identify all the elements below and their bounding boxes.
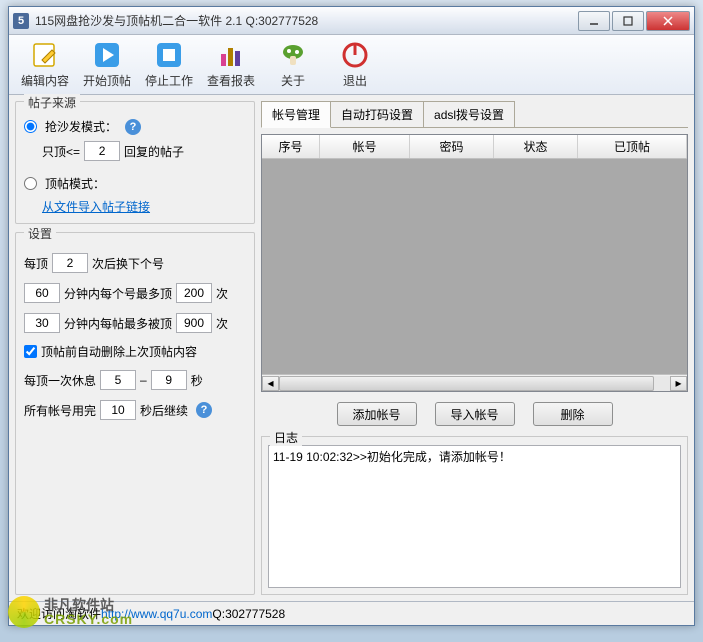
exit-button[interactable]: 退出 — [327, 39, 383, 90]
minutes-per-post-input[interactable] — [24, 313, 60, 333]
maximize-button[interactable] — [612, 11, 644, 31]
table-body[interactable] — [262, 159, 687, 374]
add-account-button[interactable]: 添加帐号 — [337, 402, 417, 426]
stop-button[interactable]: 停止工作 — [141, 39, 197, 90]
sofa-mode-radio[interactable] — [24, 120, 37, 133]
bump-mode-radio[interactable] — [24, 177, 37, 190]
report-button[interactable]: 查看报表 — [203, 39, 259, 90]
reply-limit-input[interactable] — [84, 141, 120, 161]
minimize-button[interactable] — [578, 11, 610, 31]
scroll-right-icon[interactable]: ▸ — [670, 376, 687, 391]
titlebar: 5 115网盘抢沙发与顶帖机二合一软件 2.1 Q:302777528 — [9, 7, 694, 35]
power-icon — [339, 40, 371, 70]
account-table: 序号 帐号 密码 状态 已顶帖 ◂ ▸ — [261, 134, 688, 392]
log-group: 日志 11-19 10:02:32>>初始化完成，请添加帐号！ — [261, 436, 688, 595]
bump-mode-label: 顶帖模式： — [45, 175, 105, 192]
max-per-account-input[interactable] — [176, 283, 212, 303]
app-icon: 5 — [13, 13, 29, 29]
switch-count-input[interactable] — [52, 253, 88, 273]
help-icon[interactable]: ? — [125, 119, 141, 135]
delete-account-button[interactable]: 删除 — [533, 402, 613, 426]
source-group-title: 帖子来源 — [24, 94, 80, 111]
stop-icon — [153, 40, 185, 70]
col-index[interactable]: 序号 — [262, 135, 320, 158]
mushroom-icon — [277, 40, 309, 70]
col-status[interactable]: 状态 — [494, 135, 578, 158]
tab-accounts[interactable]: 帐号管理 — [261, 101, 331, 128]
tab-bar: 帐号管理 自动打码设置 adsl拨号设置 — [261, 101, 688, 128]
help-icon[interactable]: ? — [196, 402, 212, 418]
statusbar: 欢迎访问淘软件 http://www.qq7u.com Q:302777528 — [9, 601, 694, 625]
chart-icon — [215, 40, 247, 70]
toolbar: 编辑内容 开始顶帖 停止工作 查看报表 关于 退出 — [9, 35, 694, 95]
source-group: 帖子来源 抢沙发模式： ? 只顶<= 回复的帖子 顶帖模式： 从文件导入帖子链接 — [15, 101, 255, 224]
edit-content-button[interactable]: 编辑内容 — [17, 39, 73, 90]
pencil-icon — [29, 40, 61, 70]
rest-max-input[interactable] — [151, 370, 187, 390]
play-icon — [91, 40, 123, 70]
log-title: 日志 — [270, 429, 302, 446]
log-textarea[interactable]: 11-19 10:02:32>>初始化完成，请添加帐号！ — [268, 445, 681, 588]
import-posts-link[interactable]: 从文件导入帖子链接 — [42, 198, 246, 215]
scroll-left-icon[interactable]: ◂ — [262, 376, 279, 391]
settings-group: 设置 每顶 次后换下个号 分钟内每个号最多顶 次 分钟内每帖最多被顶 次 — [15, 232, 255, 595]
tab-adsl[interactable]: adsl拨号设置 — [423, 101, 515, 127]
tab-captcha[interactable]: 自动打码设置 — [330, 101, 424, 127]
continue-delay-input[interactable] — [100, 400, 136, 420]
sofa-mode-label: 抢沙发模式： — [45, 118, 117, 135]
col-bumped[interactable]: 已顶帖 — [578, 135, 687, 158]
minutes-per-account-input[interactable] — [24, 283, 60, 303]
app-window: 5 115网盘抢沙发与顶帖机二合一软件 2.1 Q:302777528 编辑内容… — [8, 6, 695, 626]
col-password[interactable]: 密码 — [410, 135, 494, 158]
import-account-button[interactable]: 导入帐号 — [435, 402, 515, 426]
horizontal-scrollbar[interactable]: ◂ ▸ — [262, 374, 687, 391]
auto-delete-checkbox[interactable] — [24, 345, 37, 358]
status-link[interactable]: http://www.qq7u.com — [101, 607, 212, 621]
col-account[interactable]: 帐号 — [320, 135, 410, 158]
scroll-thumb[interactable] — [279, 376, 654, 391]
close-button[interactable] — [646, 11, 690, 31]
rest-min-input[interactable] — [100, 370, 136, 390]
about-button[interactable]: 关于 — [265, 39, 321, 90]
window-title: 115网盘抢沙发与顶帖机二合一软件 2.1 Q:302777528 — [35, 12, 578, 29]
max-per-post-input[interactable] — [176, 313, 212, 333]
auto-delete-label: 顶帖前自动删除上次顶帖内容 — [41, 343, 197, 360]
start-button[interactable]: 开始顶帖 — [79, 39, 135, 90]
settings-group-title: 设置 — [24, 225, 56, 242]
